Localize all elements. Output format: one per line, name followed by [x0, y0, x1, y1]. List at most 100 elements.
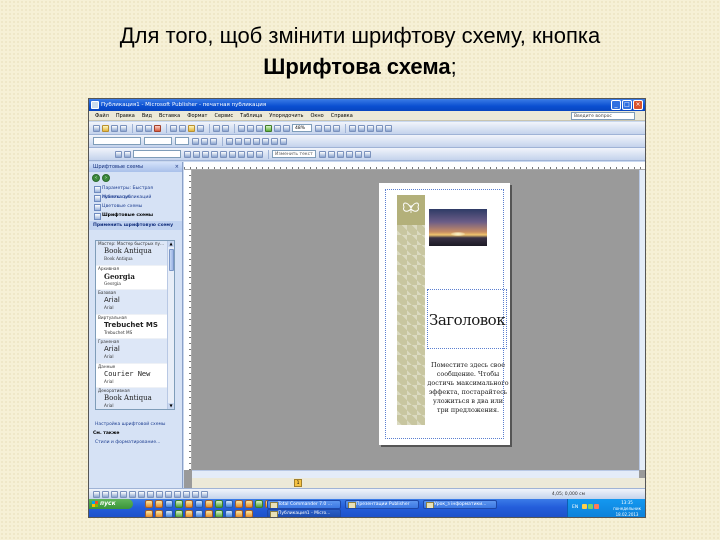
save-icon[interactable] — [111, 124, 118, 132]
style-select[interactable] — [93, 137, 141, 145]
menu-insert[interactable]: Вставка — [159, 113, 180, 119]
text-box-tool-icon[interactable] — [102, 490, 109, 498]
picture-icon[interactable] — [328, 150, 335, 158]
close-task-pane-icon[interactable]: × — [175, 162, 179, 172]
shadow-style-icon[interactable] — [346, 150, 353, 158]
align-center-icon[interactable] — [235, 137, 242, 145]
link-publication-designs[interactable]: Макеты публикаций — [89, 193, 182, 202]
hyperlink-icon[interactable] — [265, 124, 272, 132]
bullets-icon[interactable] — [271, 137, 278, 145]
quick-launch-icon[interactable] — [175, 510, 183, 517]
quick-launch-icon[interactable] — [245, 500, 253, 508]
form-control-icon[interactable] — [192, 490, 199, 498]
arrange-icon[interactable] — [364, 150, 371, 158]
scheme-list-scrollbar[interactable]: ▲ ▼ — [167, 241, 174, 409]
vertical-ruler[interactable] — [184, 170, 192, 470]
quick-launch-icon[interactable] — [225, 510, 233, 517]
line-tool-icon[interactable] — [138, 490, 145, 498]
font-size-select[interactable] — [175, 137, 189, 145]
quick-launch-icon[interactable] — [145, 500, 153, 508]
tray-icon[interactable] — [594, 504, 599, 509]
link-styles-formatting[interactable]: Стили и форматирование... — [89, 438, 182, 447]
quick-launch-icon[interactable] — [165, 510, 173, 517]
quick-launch-icon[interactable] — [175, 500, 183, 508]
tray-icon[interactable] — [582, 504, 587, 509]
quick-launch-icon[interactable] — [245, 510, 253, 517]
back-icon[interactable]: ‹ — [92, 174, 100, 182]
justify-icon[interactable] — [253, 137, 260, 145]
quick-launch-icon[interactable] — [255, 500, 263, 508]
wrap-text-icon[interactable] — [337, 150, 344, 158]
zoom-in-icon[interactable] — [324, 124, 331, 132]
sunset-photo[interactable] — [429, 209, 487, 246]
web-home-icon[interactable] — [385, 124, 392, 132]
quick-launch-icon[interactable] — [185, 510, 193, 517]
line-color-icon[interactable] — [229, 150, 236, 158]
forward-icon[interactable]: › — [102, 174, 110, 182]
fill-color-icon[interactable] — [220, 150, 227, 158]
quick-launch-icon[interactable] — [205, 500, 213, 508]
preview-icon[interactable] — [145, 124, 152, 132]
table-frame-icon[interactable] — [111, 490, 118, 498]
print-icon[interactable] — [136, 124, 143, 132]
link-color-schemes[interactable]: Цветовые схемы — [89, 202, 182, 211]
tray-icon[interactable] — [588, 504, 593, 509]
vertical-scrollbar[interactable] — [639, 170, 645, 470]
language-indicator[interactable]: EN — [572, 505, 578, 510]
menu-window[interactable]: Окно — [310, 113, 323, 119]
menu-tools[interactable]: Сервис — [214, 113, 233, 119]
edit-text-box[interactable]: Изменить текст — [272, 150, 316, 158]
quick-launch-icon[interactable] — [165, 500, 173, 508]
menu-edit[interactable]: Правка — [116, 113, 135, 119]
mail-icon[interactable] — [120, 124, 127, 132]
spelling-icon[interactable] — [154, 124, 161, 132]
italic-icon[interactable] — [201, 137, 208, 145]
format-painter-icon[interactable] — [197, 124, 204, 132]
dash-style-icon[interactable] — [256, 150, 263, 158]
zoom-out-icon[interactable] — [315, 124, 322, 132]
taskbar-button-lesson[interactable]: Урок_з інформатики... — [423, 500, 497, 509]
quick-launch-icon[interactable] — [155, 510, 163, 517]
font-scheme-item[interactable]: Архивная Georgia Georgia — [96, 266, 174, 290]
menu-file[interactable]: Файл — [95, 113, 109, 119]
web-back-icon[interactable] — [349, 124, 356, 132]
document-workspace[interactable]: Заголовок Поместите здесь свое сообщение… — [184, 162, 645, 488]
scroll-thumb[interactable] — [169, 249, 174, 271]
font-scheme-item[interactable]: Декоративная Book Antiqua Arial — [96, 388, 174, 409]
font-select[interactable] — [144, 137, 172, 145]
taskbar-button-total-commander[interactable]: Total Commander 7.0 ... — [267, 500, 341, 509]
rectangle-tool-icon[interactable] — [165, 490, 172, 498]
start-button[interactable]: пуск — [89, 499, 133, 509]
menu-table[interactable]: Таблица — [240, 113, 262, 119]
quick-launch-icon[interactable] — [215, 500, 223, 508]
font-color-icon[interactable] — [238, 150, 245, 158]
undo-icon[interactable] — [213, 124, 220, 132]
quick-launch-icon[interactable] — [215, 510, 223, 517]
help-icon[interactable] — [333, 124, 340, 132]
text-direction-icon[interactable] — [211, 150, 218, 158]
link-customize-font-scheme[interactable]: Настройка шрифтовой схемы — [89, 420, 182, 429]
horizontal-scrollbar[interactable] — [192, 470, 639, 478]
autoshapes-icon[interactable] — [174, 490, 181, 498]
font-scheme-item[interactable]: Данные Courier New Arial — [96, 364, 174, 388]
quick-launch-icon[interactable] — [235, 510, 243, 517]
table-icon[interactable] — [274, 124, 281, 132]
publication-page[interactable]: Заголовок Поместите здесь свое сообщение… — [379, 183, 510, 445]
web-forward-icon[interactable] — [358, 124, 365, 132]
menu-help[interactable]: Справка — [331, 113, 353, 119]
taskbar-button-presentations[interactable]: Презентации Publisher — [345, 500, 419, 509]
font-scheme-item[interactable]: Виртуальная Trebuchet MS Trebuchet MS — [96, 315, 174, 339]
publication-body-text[interactable]: Поместите здесь свое сообщение. Чтобы до… — [427, 361, 509, 415]
maximize-icon[interactable]: □ — [622, 100, 632, 110]
design-gallery-icon[interactable] — [201, 490, 208, 498]
3d-style-icon[interactable] — [355, 150, 362, 158]
font-scheme-item[interactable]: Базовая Arial Arial — [96, 290, 174, 315]
link-quick-publication-options[interactable]: Параметры: Быстрая публикация — [89, 184, 182, 200]
scroll-up-icon[interactable]: ▲ — [168, 241, 174, 247]
wordart-tool-icon[interactable] — [120, 490, 127, 498]
indent-icon[interactable] — [280, 137, 287, 145]
system-clock[interactable]: 13:35 понедельник 18.02.2013 — [613, 500, 641, 517]
align-left-icon[interactable] — [226, 137, 233, 145]
page-1-button[interactable]: 1 — [294, 479, 302, 487]
scroll-down-icon[interactable]: ▼ — [168, 403, 174, 409]
